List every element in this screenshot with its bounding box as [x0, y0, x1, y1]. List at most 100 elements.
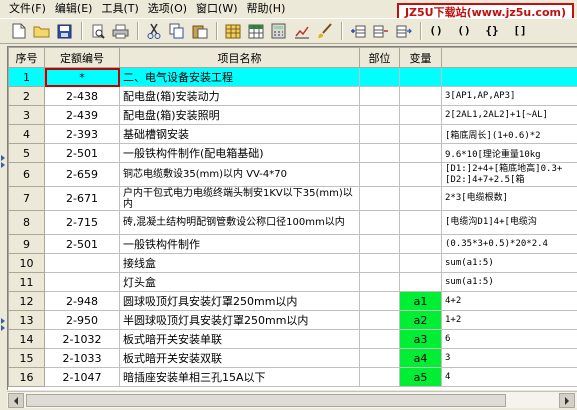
insert-curly-bracket-button[interactable]: {} — [482, 21, 502, 41]
location-cell[interactable] — [359, 367, 400, 387]
header-code[interactable]: 定额编号 — [44, 47, 120, 68]
location-cell[interactable] — [359, 162, 400, 187]
quota-code-cell[interactable]: 2-659 — [44, 162, 120, 187]
header-seq[interactable]: 序号 — [8, 47, 45, 68]
item-name-cell[interactable]: 一般铁构件制作 — [119, 234, 360, 254]
table-row[interactable]: 16 2-1047 暗插座安装单相三孔15A以下 a5 4 — [8, 367, 577, 387]
item-name-cell[interactable]: 板式暗开关安装双联 — [119, 348, 360, 368]
table-row[interactable]: 11 灯头盒 sum(a1:5) — [8, 272, 577, 292]
expression-cell[interactable]: [电缆沟D1]4+[电缆沟 — [441, 210, 577, 235]
location-cell[interactable] — [359, 86, 400, 106]
item-name-cell[interactable]: 灯头盒 — [119, 272, 360, 292]
variable-cell[interactable] — [399, 105, 442, 125]
row-number-cell[interactable]: 8 — [8, 210, 45, 235]
location-cell[interactable] — [359, 291, 400, 311]
chart-icon[interactable] — [291, 21, 312, 41]
item-name-cell[interactable]: 配电盘(箱)安装照明 — [119, 105, 360, 125]
expression-cell[interactable] — [441, 67, 577, 87]
location-cell[interactable] — [359, 143, 400, 163]
menu-help[interactable]: 帮助(H) — [244, 0, 289, 17]
expression-cell[interactable]: 4+2 — [441, 291, 577, 311]
splitter-arrow-icon[interactable] — [1, 162, 5, 168]
row-number-cell[interactable]: 9 — [8, 234, 45, 254]
row-number-cell[interactable]: 15 — [8, 348, 45, 368]
print-icon[interactable] — [110, 21, 131, 41]
quota-code-cell[interactable]: 2-715 — [44, 210, 120, 235]
quota-code-cell[interactable]: 2-393 — [44, 124, 120, 144]
item-name-cell[interactable]: 砖,混凝土结构明配钢管敷设公称口径100mm以内 — [119, 210, 360, 235]
item-name-cell[interactable]: 基础槽钢安装 — [119, 124, 360, 144]
table-row[interactable]: 8 2-715 砖,混凝土结构明配钢管敷设公称口径100mm以内 [电缆沟D1]4+[… — [8, 210, 577, 235]
row-number-cell[interactable]: 5 — [8, 143, 45, 163]
variable-cell[interactable] — [399, 234, 442, 254]
insert-row-icon[interactable] — [347, 21, 368, 41]
header-name[interactable]: 项目名称 — [119, 47, 360, 68]
table-row[interactable]: 2 2-438 配电盘(箱)安装动力 3[AP1,AP,AP3] — [8, 86, 577, 106]
brush-icon[interactable] — [314, 21, 335, 41]
move-row-icon[interactable] — [393, 21, 414, 41]
item-name-cell[interactable]: 户内干包式电力电缆终端头制安1KV以下35(mm)以内 — [119, 186, 360, 211]
insert-square-bracket-button[interactable]: [] — [510, 21, 530, 41]
variable-cell[interactable] — [399, 67, 442, 87]
location-cell[interactable] — [359, 348, 400, 368]
expression-cell[interactable]: 3[AP1,AP,AP3] — [441, 86, 577, 106]
cut-icon[interactable] — [143, 21, 164, 41]
variable-cell[interactable]: a1 — [399, 291, 442, 311]
quota-code-cell[interactable]: 2-671 — [44, 186, 120, 211]
splitter-arrow-icon[interactable] — [1, 155, 5, 161]
expression-cell[interactable]: 2*3[电缆根数] — [441, 186, 577, 211]
header-expression[interactable] — [441, 47, 577, 68]
variable-cell[interactable] — [399, 162, 442, 187]
row-number-cell[interactable]: 13 — [8, 310, 45, 330]
row-number-cell[interactable]: 7 — [8, 186, 45, 211]
expression-cell[interactable]: sum(a1:5) — [441, 253, 577, 273]
item-name-cell[interactable]: 半圆球吸顶灯具安装灯罩250mm以内 — [119, 310, 360, 330]
scroll-right-icon[interactable] — [559, 393, 575, 408]
menu-edit[interactable]: 编辑(E) — [52, 0, 96, 17]
row-number-cell[interactable]: 12 — [8, 291, 45, 311]
quota-code-cell[interactable]: 2-950 — [44, 310, 120, 330]
splitter-arrow-icon[interactable] — [1, 318, 5, 324]
table-row[interactable]: 9 2-501 一般铁构件制作 (0.35*3+0.5)*20*2.4 — [8, 234, 577, 254]
location-cell[interactable] — [359, 272, 400, 292]
header-variable[interactable]: 变量 — [399, 47, 442, 68]
paste-icon[interactable] — [189, 21, 210, 41]
location-cell[interactable] — [359, 186, 400, 211]
location-cell[interactable] — [359, 329, 400, 349]
location-cell[interactable] — [359, 310, 400, 330]
variable-cell[interactable] — [399, 86, 442, 106]
open-folder-icon[interactable] — [31, 21, 52, 41]
variable-cell[interactable] — [399, 186, 442, 211]
quota-code-cell[interactable]: 2-501 — [44, 143, 120, 163]
calculator-icon[interactable] — [268, 21, 289, 41]
row-number-cell[interactable]: 4 — [8, 124, 45, 144]
quota-code-cell[interactable]: * — [44, 67, 120, 87]
splitter-arrow-icon[interactable] — [1, 325, 5, 331]
row-number-cell[interactable]: 3 — [8, 105, 45, 125]
location-cell[interactable] — [359, 234, 400, 254]
copy-icon[interactable] — [166, 21, 187, 41]
row-number-cell[interactable]: 16 — [8, 367, 45, 387]
table-row[interactable]: 1 * 二、电气设备安装工程 — [8, 67, 577, 87]
table-row[interactable]: 15 2-1033 板式暗开关安装双联 a4 3 — [8, 348, 577, 368]
insert-parenthesis-button[interactable]: () — [426, 21, 446, 41]
quota-code-cell[interactable]: 2-1032 — [44, 329, 120, 349]
menu-options[interactable]: 选项(O) — [145, 0, 190, 17]
table-row[interactable]: 4 2-393 基础槽钢安装 [箱底周长](1+0.6)*2 — [8, 124, 577, 144]
item-name-cell[interactable]: 二、电气设备安装工程 — [119, 67, 360, 87]
variable-cell[interactable]: a2 — [399, 310, 442, 330]
item-name-cell[interactable]: 一般铁构件制作(配电箱基础) — [119, 143, 360, 163]
table-row[interactable]: 12 2-948 圆球吸顶灯具安装灯罩250mm以内 a1 4+2 — [8, 291, 577, 311]
delete-row-icon[interactable] — [370, 21, 391, 41]
item-name-cell[interactable]: 板式暗开关安装单联 — [119, 329, 360, 349]
row-number-cell[interactable]: 11 — [8, 272, 45, 292]
expression-cell[interactable]: 4 — [441, 367, 577, 387]
expression-cell[interactable]: 3 — [441, 348, 577, 368]
save-icon[interactable] — [54, 21, 75, 41]
expression-cell[interactable]: 6 — [441, 329, 577, 349]
variable-cell[interactable] — [399, 143, 442, 163]
expression-cell[interactable]: sum(a1:5) — [441, 272, 577, 292]
table-row[interactable]: 7 2-671 户内干包式电力电缆终端头制安1KV以下35(mm)以内 2*3[电缆根… — [8, 186, 577, 211]
location-cell[interactable] — [359, 253, 400, 273]
item-name-cell[interactable]: 接线盒 — [119, 253, 360, 273]
